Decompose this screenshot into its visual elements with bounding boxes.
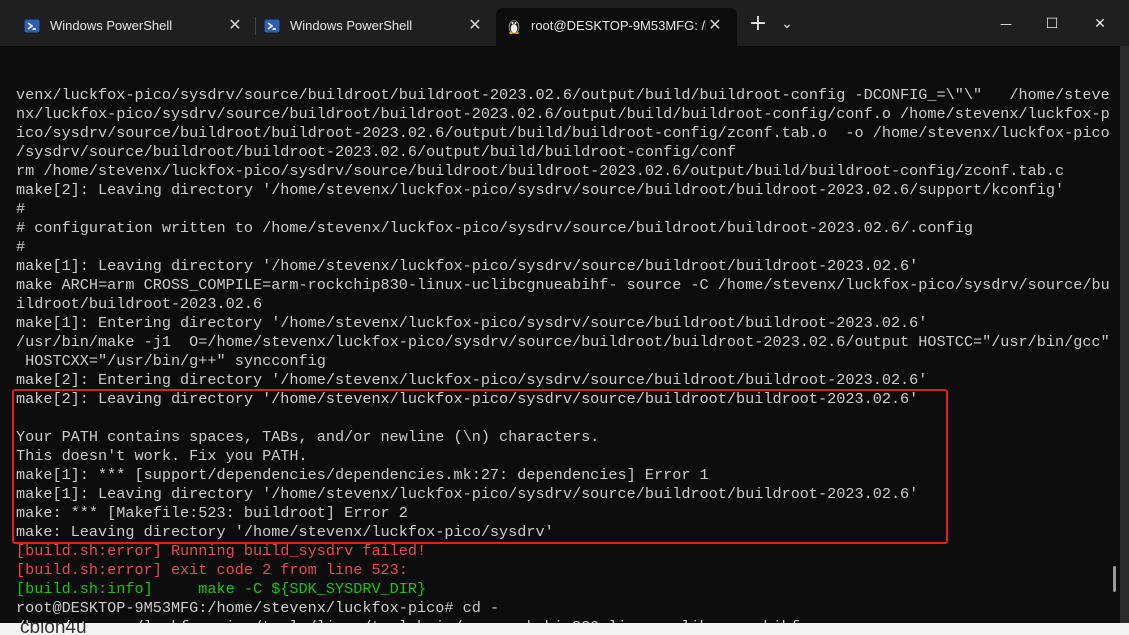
terminal-line: # xyxy=(16,200,26,218)
close-tab-icon[interactable]: ✕ xyxy=(706,17,724,35)
powershell-icon xyxy=(24,19,40,33)
terminal-line: HOSTCXX="/usr/bin/g++" syncconfig xyxy=(16,352,326,370)
terminal-line: make[2]: Entering directory '/home/steve… xyxy=(16,371,928,389)
tab-label: Windows PowerShell xyxy=(50,18,173,33)
terminal-line: make[1]: Entering directory '/home/steve… xyxy=(16,314,928,332)
tab-label: Windows PowerShell xyxy=(290,18,413,33)
error-highlight-box xyxy=(12,389,948,544)
minimize-button[interactable]: — xyxy=(986,8,1026,40)
terminal-line: [build.sh:error] Running build_sysdrv fa… xyxy=(16,542,427,560)
terminal-line: # xyxy=(16,238,26,256)
new-tab-button[interactable]: + xyxy=(745,8,771,40)
scrollbar-thumb[interactable] xyxy=(1113,566,1116,592)
terminal-line: /sysdrv/source/buildroot/buildroot-2023.… xyxy=(16,143,737,161)
terminal-line: rm /home/stevenx/luckfox-pico/sysdrv/sou… xyxy=(16,162,1065,180)
terminal-line: [build.sh:info] make -C ${SDK_SYSDRV_DIR… xyxy=(16,580,427,598)
terminal-line: [build.sh:error] exit code 2 from line 5… xyxy=(16,561,408,579)
close-window-button[interactable]: ✕ xyxy=(1078,8,1122,40)
tab-powershell-1[interactable]: Windows PowerShell ✕ xyxy=(0,8,255,46)
background-window-edge xyxy=(1120,46,1129,635)
terminal-line: make ARCH=arm CROSS_COMPILE=arm-rockchip… xyxy=(16,276,1110,294)
terminal-line: nx/luckfox-pico/sysdrv/source/buildroot/… xyxy=(16,105,1110,123)
terminal-line: ico/sysdrv/source/buildroot/buildroot-20… xyxy=(16,124,1110,142)
powershell-icon xyxy=(264,19,280,33)
terminal-lines: venx/luckfox-pico/sysdrv/source/buildroo… xyxy=(16,86,1116,635)
terminal-line: root@DESKTOP-9M53MFG:/home/stevenx/luckf… xyxy=(16,599,500,617)
terminal-line: ildroot/buildroot-2023.02.6 xyxy=(16,295,263,313)
terminal-line: /usr/bin/make -j1 O=/home/stevenx/luckfo… xyxy=(16,333,1110,351)
tab-dropdown-button[interactable]: ⌄ xyxy=(776,8,798,40)
terminal-output[interactable]: venx/luckfox-pico/sysdrv/source/buildroo… xyxy=(16,48,1116,635)
close-tab-icon[interactable]: ✕ xyxy=(466,17,484,35)
terminal-line: make[1]: Leaving directory '/home/steven… xyxy=(16,257,919,275)
terminal-line: make[2]: Leaving directory '/home/steven… xyxy=(16,181,1065,199)
terminal-line: venx/luckfox-pico/sysdrv/source/buildroo… xyxy=(16,86,1110,104)
terminal-window: Windows PowerShell ✕ Windows PowerShell … xyxy=(0,0,1129,635)
background-window-bottom: cblon4u xyxy=(0,623,1129,635)
linux-tux-icon xyxy=(508,20,520,34)
tab-wsl-root[interactable]: root@DESKTOP-9M53MFG: /h ✕ xyxy=(496,8,737,46)
background-window-text: cblon4u xyxy=(20,623,87,635)
terminal-line: # configuration written to /home/stevenx… xyxy=(16,219,973,237)
tab-label: root@DESKTOP-9M53MFG: /h xyxy=(531,18,706,33)
maximize-button[interactable]: ☐ xyxy=(1032,8,1072,40)
tab-powershell-2[interactable]: Windows PowerShell ✕ xyxy=(240,8,495,46)
tab-bar: Windows PowerShell ✕ Windows PowerShell … xyxy=(0,0,1129,46)
